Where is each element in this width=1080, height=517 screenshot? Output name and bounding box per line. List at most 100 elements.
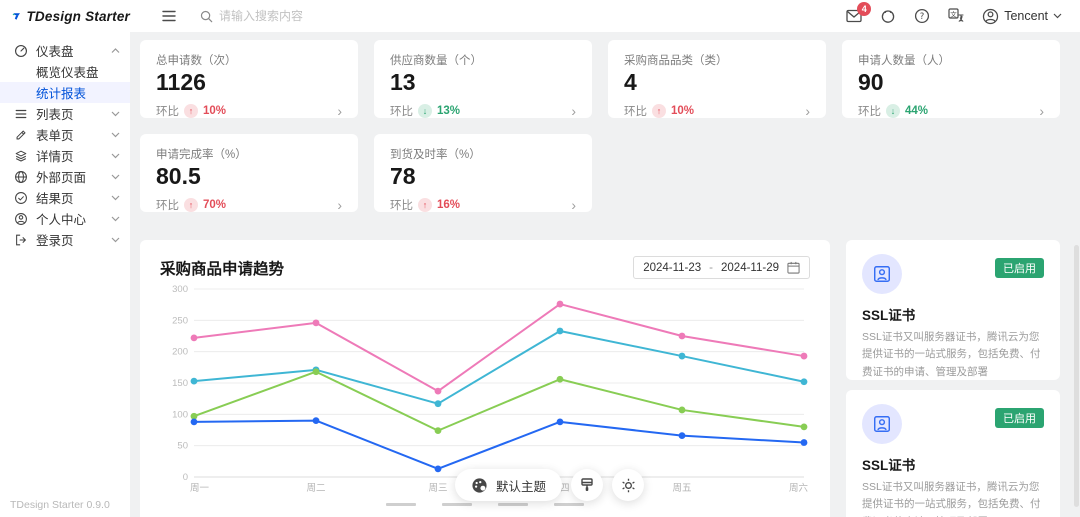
theme-label: 默认主题	[496, 479, 547, 494]
stat-card-supplier-count: 供应商数量（个） 13 环比 ↓ 13% ›	[374, 40, 592, 119]
sidebar-item-dashboard[interactable]: 仪表盘	[0, 40, 130, 61]
member-card-icon	[874, 266, 890, 282]
brush-button[interactable]	[571, 469, 604, 501]
stat-title: 申请人数量（人）	[858, 55, 950, 67]
user-menu[interactable]: Tencent	[982, 8, 1062, 25]
sidebar-subitem-label: 统计报表	[36, 87, 87, 101]
chevron-right-icon[interactable]: ›	[805, 104, 810, 118]
sidebar: 仪表盘 概览仪表盘 统计报表 列表页 表单页 详情页 外部页面 结果页 个人中心	[0, 32, 130, 517]
stat-percent: 10%	[671, 105, 695, 118]
github-icon[interactable]	[880, 8, 896, 24]
trend-down-icon: ↓	[418, 104, 432, 119]
product-list: 已启用 SSL证书 SSL证书又叫服务器证书，腾讯云为您提供证书的一站式服务，包…	[846, 240, 1060, 517]
sidebar-item-login-page[interactable]: 登录页	[0, 229, 130, 250]
product-description: SSL证书又叫服务器证书，腾讯云为您提供证书的一站式服务，包括免费、付费证书的申…	[862, 481, 1041, 517]
svg-text:100: 100	[172, 409, 188, 420]
default-theme-button[interactable]: 默认主题	[455, 469, 563, 501]
chevron-right-icon[interactable]: ›	[571, 104, 576, 118]
svg-text:250: 250	[172, 315, 188, 326]
theme-toolbar: 默认主题	[455, 469, 645, 501]
sidebar-item-list-page[interactable]: 列表页	[0, 103, 130, 124]
stat-card-total-applications: 总申请数（次） 1126 环比 ↑ 10% ›	[140, 40, 358, 119]
notification-badge: 4	[857, 2, 872, 16]
sidebar-item-external-page[interactable]: 外部页面	[0, 166, 130, 187]
sidebar-item-label: 表单页	[36, 129, 74, 143]
compare-label: 环比	[624, 106, 647, 119]
svg-text:0: 0	[183, 472, 188, 483]
help-icon[interactable]: ?	[914, 8, 930, 24]
list-icon	[15, 109, 27, 118]
svg-text:150: 150	[172, 378, 188, 389]
status-badge: 已启用	[995, 408, 1044, 428]
sidebar-item-overview-dashboard[interactable]: 概览仪表盘	[0, 61, 130, 82]
chevron-down-icon	[111, 153, 120, 158]
stat-percent: 70%	[203, 199, 227, 212]
avatar-icon	[983, 8, 999, 24]
settings-button[interactable]	[612, 469, 645, 501]
stat-title: 申请完成率（%）	[156, 149, 247, 161]
sidebar-item-user-center[interactable]: 个人中心	[0, 208, 130, 229]
stat-value: 1126	[156, 69, 206, 95]
chevron-right-icon[interactable]: ›	[337, 198, 342, 212]
search-input[interactable]	[219, 9, 369, 23]
sidebar-item-detail-page[interactable]: 详情页	[0, 145, 130, 166]
stat-value: 78	[390, 163, 416, 189]
calendar-icon	[787, 261, 800, 274]
main-content: 总申请数（次） 1126 环比 ↑ 10% › 供应商数量（个） 13 环比 ↓…	[130, 32, 1080, 517]
svg-text:50: 50	[177, 441, 188, 452]
chevron-right-icon[interactable]: ›	[571, 198, 576, 212]
stat-title: 总申请数（次）	[156, 55, 237, 67]
stat-percent: 44%	[905, 105, 929, 118]
stat-card-ontime-rate: 到货及时率（%） 78 环比 ↑ 16% ›	[374, 134, 592, 213]
trend-up-icon: ↑	[418, 198, 432, 213]
stat-value: 80.5	[156, 163, 201, 189]
gear-icon	[621, 478, 635, 492]
svg-text:300: 300	[172, 284, 188, 295]
stat-percent: 13%	[437, 105, 461, 118]
stat-percent: 10%	[203, 105, 227, 118]
product-card-ssl: 已启用 SSL证书 SSL证书又叫服务器证书，腾讯云为您提供证书的一站式服务，包…	[846, 240, 1060, 416]
stat-card-product-categories: 采购商品品类（类） 4 环比 ↑ 10% ›	[608, 40, 826, 119]
user-name: Tencent	[1004, 9, 1048, 23]
stat-card-applicant-count: 申请人数量（人） 90 环比 ↓ 44% ›	[842, 40, 1060, 119]
line-chart[interactable]: 050100150200250300周一周二周三周四周五周六	[160, 279, 810, 497]
svg-text:周二: 周二	[306, 483, 325, 494]
svg-text:文: 文	[950, 9, 957, 18]
compare-label: 环比	[390, 106, 413, 119]
date-start: 2024-11-23	[643, 261, 702, 274]
chevron-down-icon	[111, 237, 120, 242]
external-icon	[15, 170, 27, 183]
date-range-picker[interactable]: 2024-11-23 - 2024-11-29	[633, 256, 810, 279]
chart-title: 采购商品申请趋势	[160, 260, 285, 278]
translate-icon[interactable]: 文	[948, 8, 964, 24]
svg-text:周三: 周三	[428, 483, 447, 494]
search-icon	[200, 10, 213, 22]
vertical-scrollbar[interactable]	[1074, 245, 1079, 507]
global-search[interactable]	[200, 9, 369, 23]
chevron-down-icon	[111, 195, 120, 200]
chevron-right-icon[interactable]: ›	[337, 104, 342, 118]
mail-icon[interactable]: 4	[846, 2, 872, 23]
menu-fold-icon[interactable]	[158, 6, 180, 26]
chevron-right-icon[interactable]: ›	[1039, 104, 1044, 118]
app-logo[interactable]: TDesign Starter	[0, 9, 130, 24]
header-actions: 4 ? 文 Tencent	[846, 2, 1080, 25]
top-navbar: TDesign Starter 4 ? 文 Tencent	[0, 0, 1080, 32]
sidebar-item-label: 个人中心	[36, 213, 87, 227]
trend-down-icon: ↓	[886, 104, 900, 119]
sidebar-item-label: 结果页	[36, 192, 74, 206]
date-end: 2024-11-29	[721, 261, 779, 274]
chevron-down-icon	[111, 216, 120, 221]
sidebar-item-label: 登录页	[36, 234, 74, 248]
sidebar-item-form-page[interactable]: 表单页	[0, 124, 130, 145]
trend-up-icon: ↑	[652, 104, 666, 119]
stat-value: 13	[390, 69, 416, 95]
chevron-down-icon	[111, 111, 120, 116]
compare-label: 环比	[858, 106, 881, 119]
login-icon	[16, 234, 27, 245]
compare-label: 环比	[390, 200, 413, 213]
sidebar-item-statistics-report[interactable]: 统计报表	[0, 82, 130, 103]
form-icon	[16, 129, 26, 139]
sidebar-item-result-page[interactable]: 结果页	[0, 187, 130, 208]
user-icon	[15, 212, 27, 225]
